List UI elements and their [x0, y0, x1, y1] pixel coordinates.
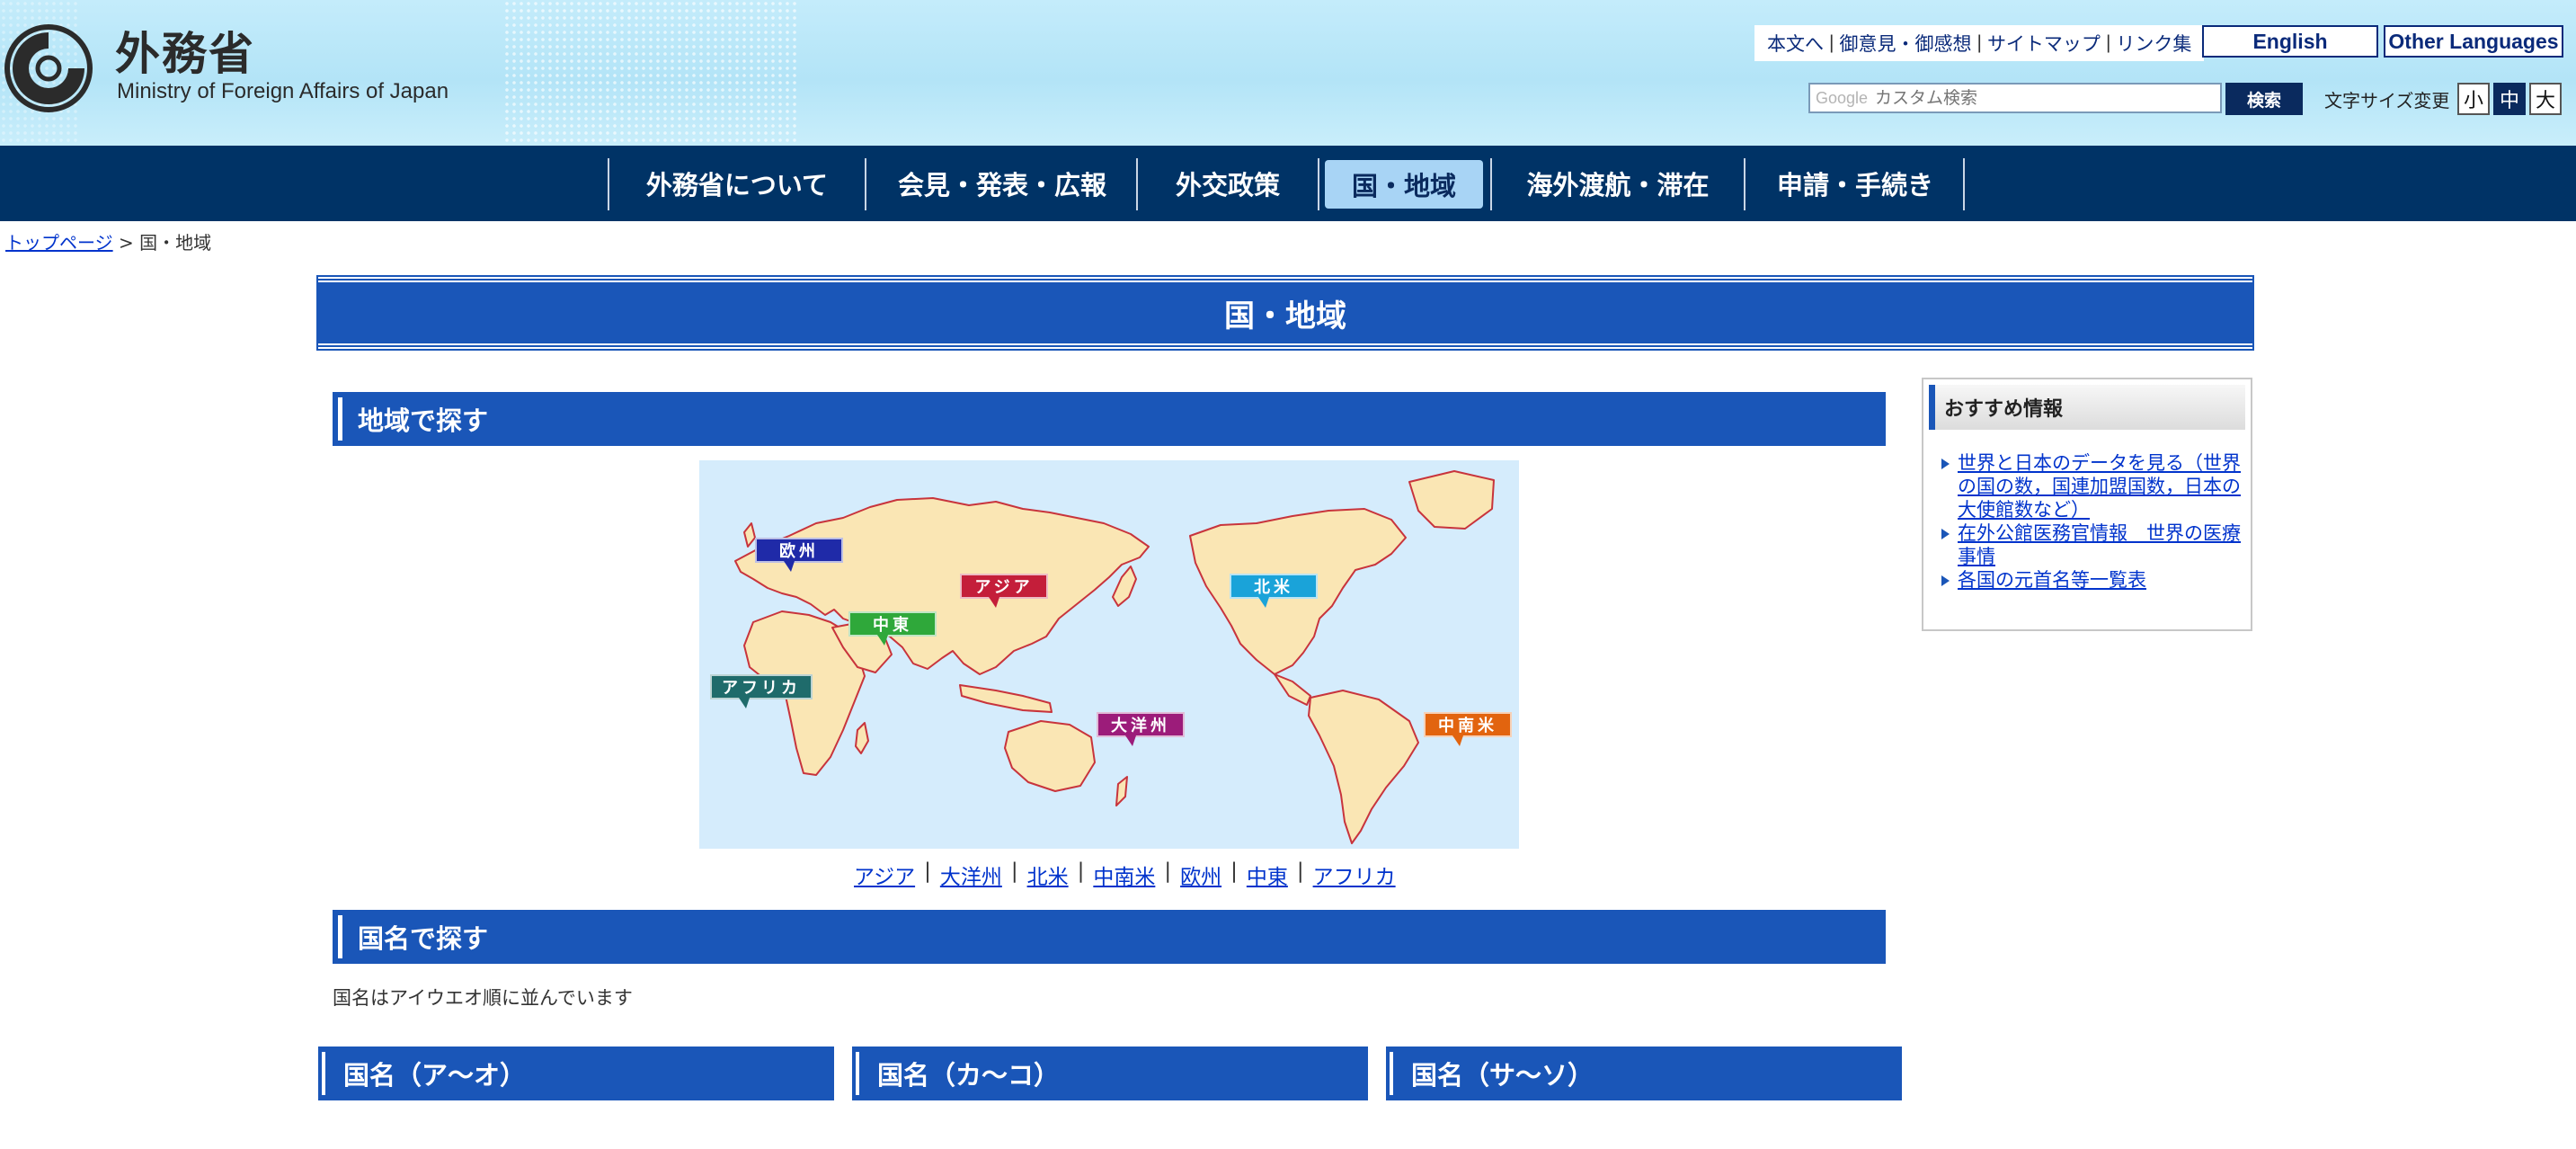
map-se-asia-islands [959, 684, 1053, 713]
nav-item-press[interactable]: 会見・発表・広報 [868, 158, 1136, 209]
region-link-europe[interactable]: 欧州 [1180, 860, 1221, 890]
region-section-heading: 地域で探す [333, 392, 1886, 446]
page-title: 国・地域 [1224, 298, 1346, 334]
nav-item-procedures[interactable]: 申請・手続き [1747, 158, 1963, 209]
column-heading-ka-ko: 国名（カ〜コ） [852, 1047, 1368, 1100]
other-languages-button[interactable]: Other Languages [2384, 25, 2563, 58]
recommended-list: 世界と日本のデータを見る（世界の国の数，国連加盟国数，日本の大使館数など） 在外… [1936, 451, 2242, 592]
map-australia [1004, 720, 1096, 792]
region-link-middle-east[interactable]: 中東 [1247, 860, 1288, 890]
map-greenland [1408, 470, 1495, 530]
column-heading-text: 国名（ア〜オ） [343, 1060, 527, 1091]
map-label-africa[interactable]: アフリカ [710, 674, 813, 708]
map-label-asia[interactable]: アジア [960, 574, 1048, 608]
world-map[interactable]: 欧州 中東 アジア アフリカ 大洋州 北米 中南米 [699, 460, 1519, 849]
world-dots-decoration [503, 0, 800, 146]
world-map-graphic [734, 470, 1495, 844]
recommended-link-medical-info[interactable]: 在外公館医務官情報 世界の医療事情 [1958, 522, 2241, 567]
link-separator: | [1296, 860, 1304, 883]
map-label-latin-america[interactable]: 中南米 [1424, 712, 1512, 746]
util-separator: | [1976, 32, 1982, 53]
search-input[interactable] [1875, 88, 2220, 108]
recommended-link-heads-of-state[interactable]: 各国の元首名等一覧表 [1958, 569, 2146, 591]
utility-links: 本文へ | 御意見・御感想 | サイトマップ | リンク集 [1754, 25, 2205, 61]
list-item: 在外公館医務官情報 世界の医療事情 [1936, 521, 2242, 568]
util-separator: | [1829, 32, 1834, 53]
nav-separator [608, 158, 609, 210]
font-size-medium-button[interactable]: 中 [2493, 83, 2526, 115]
nav-separator [1963, 158, 1965, 210]
nav-item-policy[interactable]: 外交政策 [1140, 158, 1316, 209]
google-logo: Google [1816, 88, 1869, 107]
util-link-sitemap[interactable]: サイトマップ [1984, 30, 2104, 57]
region-link-africa[interactable]: アフリカ [1313, 860, 1396, 890]
search-field[interactable]: Google [1808, 83, 2222, 113]
recommended-heading: おすすめ情報 [1929, 385, 2245, 430]
recommended-heading-text: おすすめ情報 [1944, 398, 2064, 421]
region-section-heading-text: 地域で探す [358, 405, 489, 436]
map-label-oceania[interactable]: 大洋州 [1097, 712, 1185, 746]
nav-separator [1744, 158, 1745, 210]
font-size-small-button[interactable]: 小 [2457, 83, 2490, 115]
recommended-info-box: おすすめ情報 世界と日本のデータを見る（世界の国の数，国連加盟国数，日本の大使館… [1922, 378, 2252, 631]
map-label-europe[interactable]: 欧州 [755, 538, 843, 572]
nav-item-countries-regions[interactable]: 国・地域 [1325, 160, 1483, 209]
link-separator: | [924, 860, 931, 883]
map-new-zealand [1115, 776, 1128, 806]
region-link-latin-america[interactable]: 中南米 [1093, 860, 1155, 890]
english-button[interactable]: English [2202, 25, 2378, 58]
util-separator: | [2105, 32, 2111, 53]
link-separator: | [1077, 860, 1085, 883]
mofa-emblem-icon[interactable] [4, 23, 93, 113]
list-item: 世界と日本のデータを見る（世界の国の数，国連加盟国数，日本の大使館数など） [1936, 451, 2242, 521]
recommended-link-world-data[interactable]: 世界と日本のデータを見る（世界の国の数，国連加盟国数，日本の大使館数など） [1958, 452, 2241, 521]
util-link-feedback[interactable]: 御意見・御感想 [1835, 30, 1975, 57]
region-link-north-america[interactable]: 北米 [1027, 860, 1069, 890]
font-size-label: 文字サイズ変更 [2324, 90, 2450, 111]
country-order-note: 国名はアイウエオ順に並んでいます [333, 987, 633, 1009]
country-section-heading-text: 国名で探す [358, 923, 489, 954]
site-logo-jp[interactable]: 外務省 [115, 18, 255, 83]
link-separator: | [1010, 860, 1018, 883]
region-link-asia[interactable]: アジア [854, 860, 915, 890]
nav-item-travel[interactable]: 海外渡航・滞在 [1494, 158, 1742, 209]
map-south-america [1308, 690, 1419, 844]
nav-separator [1490, 158, 1492, 210]
breadcrumb-home-link[interactable]: トップページ [5, 232, 113, 254]
search-button[interactable]: 検索 [2225, 83, 2303, 115]
nav-item-about[interactable]: 外務省について [611, 158, 863, 209]
breadcrumb-current: 国・地域 [139, 232, 212, 254]
map-madagascar [855, 722, 869, 754]
util-link-links[interactable]: リンク集 [2112, 30, 2195, 57]
map-label-north-america[interactable]: 北米 [1230, 574, 1318, 608]
nav-separator [1136, 158, 1138, 210]
map-uk [743, 522, 756, 548]
util-link-main-content[interactable]: 本文へ [1763, 30, 1827, 57]
breadcrumb: トップページ > 国・地域 [5, 228, 211, 254]
link-separator: | [1230, 860, 1238, 883]
list-item: 各国の元首名等一覧表 [1936, 568, 2242, 592]
column-heading-a-o: 国名（ア〜オ） [318, 1047, 834, 1100]
column-heading-sa-so: 国名（サ〜ソ） [1386, 1047, 1902, 1100]
font-size-large-button[interactable]: 大 [2529, 83, 2562, 115]
site-logo-en[interactable]: Ministry of Foreign Affairs of Japan [117, 79, 449, 104]
link-separator: | [1164, 860, 1172, 883]
region-link-oceania[interactable]: 大洋州 [940, 860, 1002, 890]
column-heading-text: 国名（カ〜コ） [877, 1060, 1061, 1091]
country-section-heading: 国名で探す [333, 910, 1886, 964]
site-header: 外務省 Ministry of Foreign Affairs of Japan… [0, 0, 2576, 146]
page-title-banner: 国・地域 [316, 275, 2254, 351]
column-heading-text: 国名（サ〜ソ） [1411, 1060, 1594, 1091]
region-links: アジア | 大洋州 | 北米 | 中南米 | 欧州 | 中東 | アフリカ [854, 860, 1396, 890]
breadcrumb-separator: > [118, 232, 134, 254]
global-nav: 外務省について 会見・発表・広報 外交政策 国・地域 海外渡航・滞在 申請・手続… [0, 146, 2576, 221]
map-central-america [1274, 673, 1311, 706]
nav-separator [1318, 158, 1319, 210]
nav-separator [865, 158, 866, 210]
map-japan [1112, 566, 1137, 607]
map-label-middle-east[interactable]: 中東 [848, 611, 937, 646]
